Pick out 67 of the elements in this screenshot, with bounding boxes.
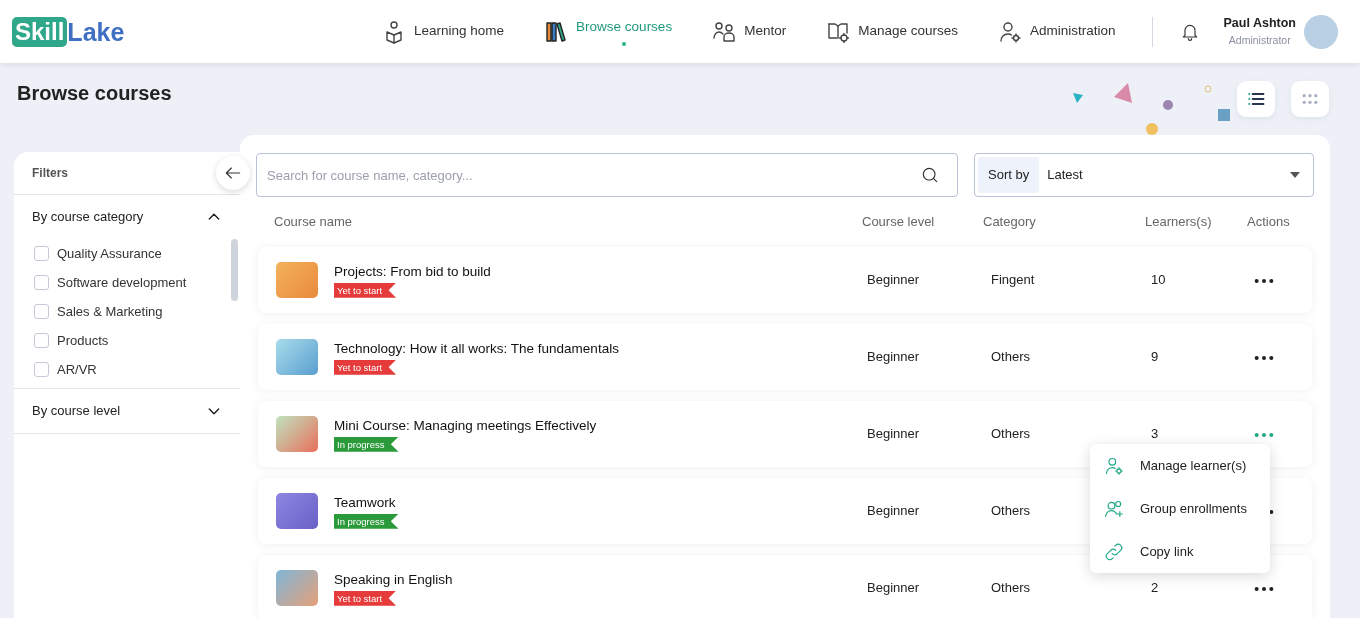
scrollbar-thumb[interactable] [231, 239, 238, 301]
nav-link[interactable]: Administration [998, 19, 1116, 44]
course-row[interactable]: Projects: From bid to build Yet to start Beginner Fingent 10 [258, 247, 1312, 313]
filter-section-header[interactable]: By course category [14, 195, 240, 239]
learner-count: 3 [1150, 425, 1159, 444]
learner-count: 10 [1150, 271, 1166, 290]
course-title: Projects: From bid to build [334, 263, 491, 282]
user-gear-icon [1104, 455, 1124, 476]
nav-link[interactable]: Learning home [382, 19, 505, 44]
search-field[interactable]: Search for course name, category... [256, 153, 958, 197]
user-add-icon [1104, 498, 1124, 519]
user-name: Paul Ashton [1223, 15, 1296, 33]
course-thumbnail [276, 262, 318, 298]
course-category: Others [990, 579, 1030, 598]
course-row[interactable]: Technology: How it all works: The fundamentals Yet to start Beginner Others 9 [258, 324, 1312, 390]
course-category: Others [990, 348, 1030, 367]
filter-option[interactable]: Products [14, 326, 240, 355]
course-category: Fingent [990, 271, 1035, 290]
course-category: Others [990, 502, 1030, 521]
column-header: Category [983, 213, 1037, 232]
course-level: Beginner [866, 271, 920, 290]
search-icon[interactable] [920, 165, 940, 185]
learner-count: 9 [1150, 348, 1159, 367]
course-level: Beginner [866, 579, 920, 598]
nav-link[interactable]: Manage courses [826, 19, 958, 44]
filter-option[interactable]: Quality Assurance [14, 239, 240, 268]
status-tag: Yet to start [334, 282, 397, 298]
nav-link[interactable]: Browse courses [544, 16, 673, 47]
course-thumbnail [276, 339, 318, 375]
course-level: Beginner [866, 502, 920, 521]
filter-option[interactable]: Sales & Marketing [14, 297, 240, 326]
course-title: Speaking in English [334, 571, 453, 590]
nav-link[interactable]: Mentor [712, 19, 787, 44]
column-header: Learners(s) [1145, 213, 1213, 232]
filter-section-header[interactable]: By course level [14, 389, 240, 433]
status-tag: Yet to start [334, 359, 397, 375]
user-role: Administrator [1228, 33, 1291, 48]
course-level: Beginner [866, 348, 920, 367]
course-thumbnail [276, 493, 318, 529]
filters-title: Filters [32, 165, 68, 182]
filter-option[interactable]: Software development [14, 268, 240, 297]
learner-count: 2 [1150, 579, 1159, 598]
course-level: Beginner [866, 425, 920, 444]
status-tag: In progress [334, 436, 399, 452]
sort-dropdown[interactable]: Sort by Latest [974, 153, 1314, 197]
course-thumbnail [276, 570, 318, 606]
course-category: Others [990, 425, 1030, 444]
status-tag: Yet to start [334, 590, 397, 606]
list-view-button[interactable] [1237, 81, 1275, 117]
course-thumbnail [276, 416, 318, 452]
link-icon [1104, 541, 1124, 562]
course-title: Teamwork [334, 494, 396, 513]
filter-option[interactable]: AR/VR [14, 355, 240, 384]
books-icon [544, 19, 569, 44]
column-header: Course level [862, 213, 936, 232]
collapse-button[interactable] [216, 156, 250, 190]
menu-item[interactable]: Group enrollments [1090, 487, 1270, 530]
course-title: Technology: How it all works: The fundamentals [334, 340, 619, 359]
logo[interactable]: Skill Lake [12, 16, 125, 47]
user-gear-icon [998, 19, 1022, 44]
column-header: Actions [1247, 213, 1291, 232]
page-title: Browse courses [17, 81, 172, 105]
course-title: Mini Course: Managing meetings Effectively [334, 417, 597, 436]
people-icon [712, 19, 737, 44]
column-header: Course name [274, 213, 354, 232]
caret-icon [1290, 172, 1300, 178]
status-tag: In progress [334, 513, 399, 529]
